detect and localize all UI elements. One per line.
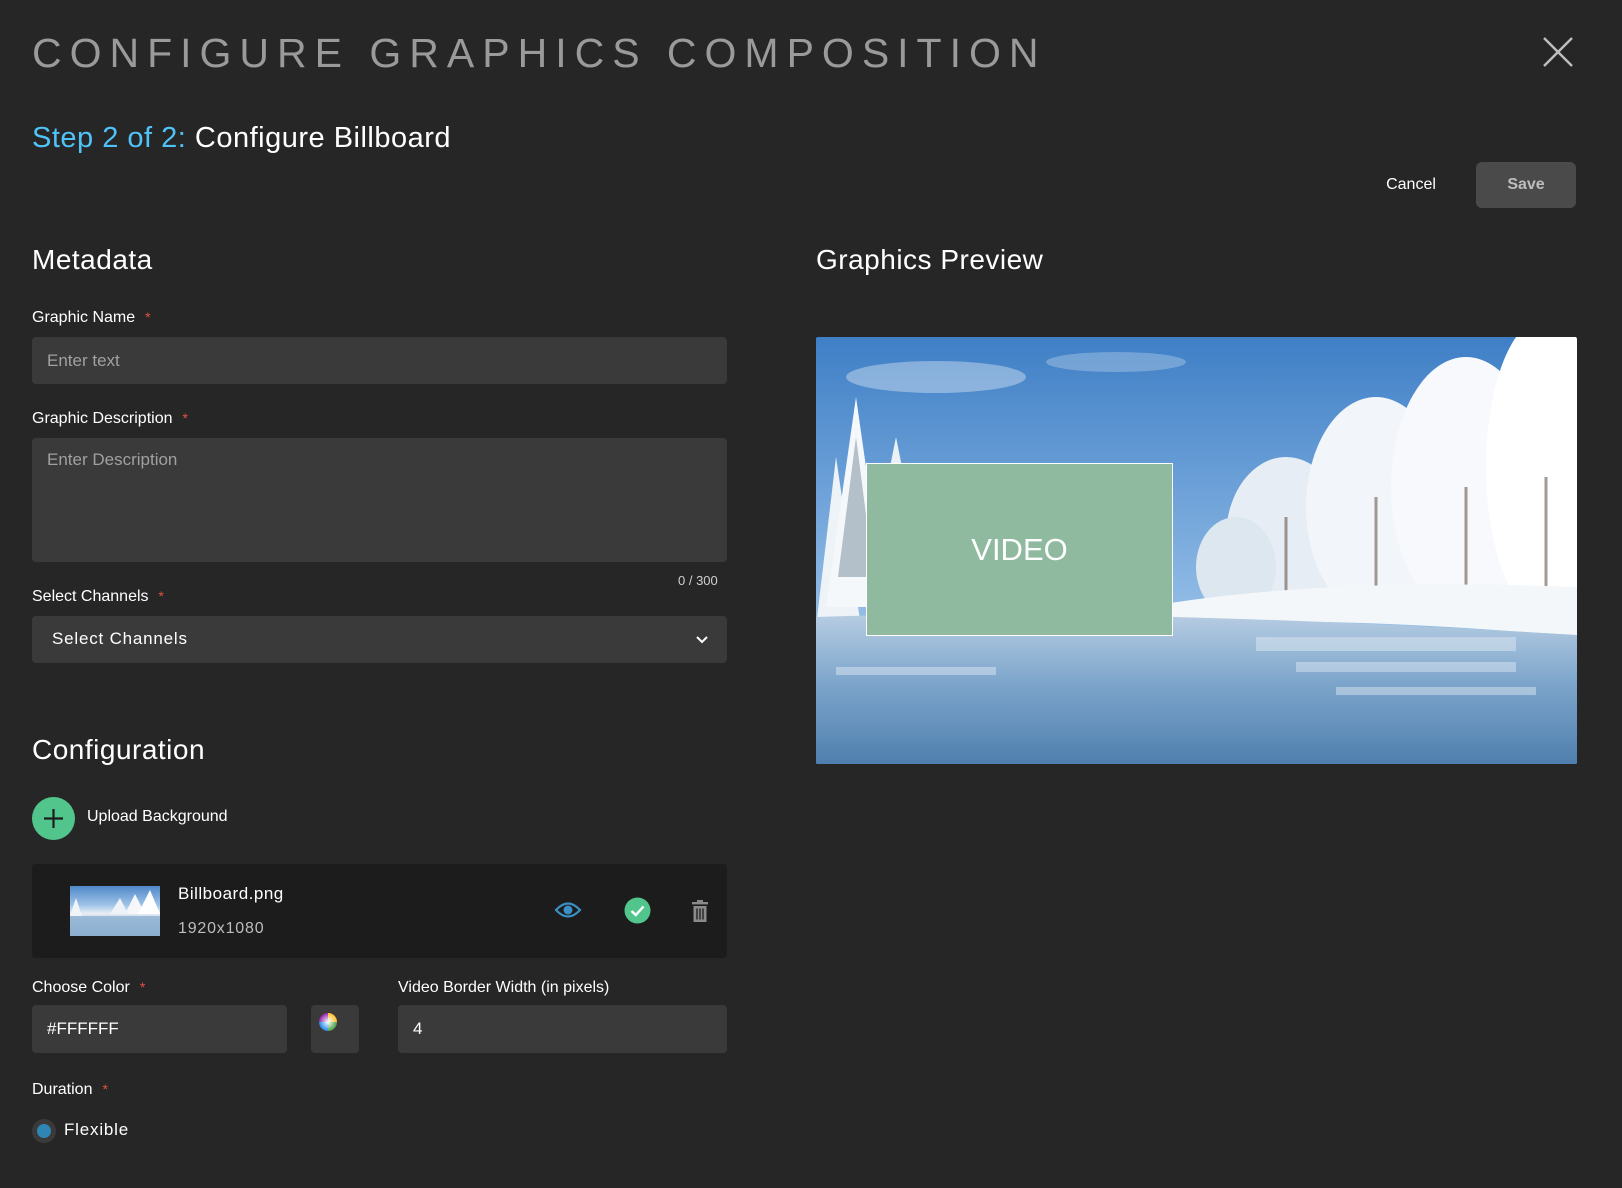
select-channels-value: Select Channels (52, 629, 188, 648)
video-placeholder: VIDEO (866, 463, 1173, 636)
upload-background-button[interactable] (32, 797, 75, 840)
background-file-card: Billboard.png 1920x1080 (32, 864, 727, 958)
required-mark: * (102, 1081, 108, 1097)
graphic-description-label: Graphic Description * (32, 410, 188, 428)
radio-selected-dot (37, 1124, 51, 1138)
graphic-name-label: Graphic Name * (32, 309, 151, 327)
border-width-label: Video Border Width (in pixels) (398, 979, 610, 996)
background-file-dimensions: 1920x1080 (178, 920, 265, 937)
save-button[interactable]: Save (1476, 162, 1576, 208)
cancel-button[interactable]: Cancel (1366, 162, 1456, 208)
color-wheel-icon (319, 1013, 337, 1031)
eye-icon[interactable] (554, 898, 582, 927)
color-picker-button[interactable] (311, 1005, 359, 1053)
step-indicator: Step 2 of 2: Configure Billboard (32, 122, 451, 155)
required-mark: * (158, 588, 164, 604)
choose-color-label: Choose Color * (32, 979, 145, 997)
duration-label: Duration * (32, 1081, 108, 1099)
dialog-title: CONFIGURE GRAPHICS COMPOSITION (32, 30, 1047, 76)
select-channels-label: Select Channels * (32, 588, 164, 606)
required-mark: * (182, 410, 188, 426)
background-thumbnail (70, 886, 160, 936)
required-mark: * (145, 309, 151, 325)
color-hex-input[interactable] (32, 1005, 287, 1053)
required-mark: * (139, 979, 146, 995)
graphics-preview-heading: Graphics Preview (816, 244, 1044, 275)
graphic-description-input[interactable] (32, 438, 727, 562)
metadata-heading: Metadata (32, 244, 153, 275)
plus-icon (44, 809, 63, 828)
graphic-description-label-text: Graphic Description (32, 410, 173, 427)
background-file-name: Billboard.png (178, 884, 284, 903)
step-name: Configure Billboard (194, 122, 452, 154)
upload-background-label[interactable]: Upload Background (87, 808, 228, 826)
description-char-counter: 0 / 300 (678, 573, 718, 588)
select-channels-dropdown[interactable]: Select Channels (32, 616, 727, 663)
configuration-heading: Configuration (32, 734, 206, 765)
duration-label-text: Duration (32, 1081, 93, 1098)
choose-color-label-text: Choose Color (32, 979, 130, 996)
close-icon[interactable] (1540, 34, 1576, 70)
chevron-down-icon (694, 632, 710, 648)
step-prefix: Step 2 of 2: (32, 122, 187, 154)
graphic-name-input[interactable] (32, 337, 727, 384)
graphics-preview: VIDEO (816, 337, 1577, 764)
graphic-name-label-text: Graphic Name (32, 309, 136, 326)
trash-icon[interactable] (691, 900, 709, 927)
duration-flexible-label[interactable]: Flexible (64, 1120, 129, 1140)
check-circle-icon[interactable] (624, 897, 651, 929)
duration-flexible-radio[interactable] (32, 1119, 56, 1143)
select-channels-label-text: Select Channels (32, 588, 149, 605)
border-width-input[interactable] (398, 1005, 727, 1053)
